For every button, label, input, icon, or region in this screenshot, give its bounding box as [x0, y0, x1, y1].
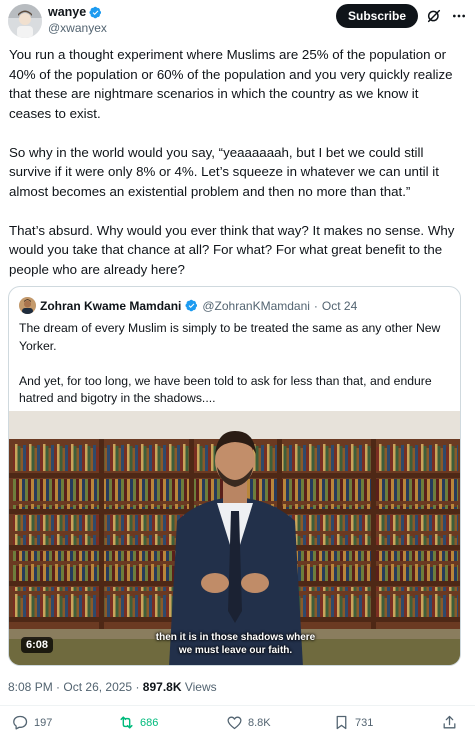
grok-icon[interactable]: [426, 8, 442, 24]
repost-icon: [120, 716, 133, 729]
like-count: 8.8K: [248, 716, 271, 729]
tweet-meta: 8:08 PM · Oct 26, 2025 · 897.8K Views: [8, 680, 217, 694]
reply-icon: [13, 715, 28, 730]
video-caption-line: then it is in those shadows where: [155, 632, 316, 643]
reply-count: 197: [34, 716, 53, 729]
repost-button[interactable]: 686: [118, 714, 158, 731]
tweet-paragraph: So why in the world would you say, “yeaa…: [9, 144, 439, 199]
quoted-author-handle[interactable]: @ZohranKMamdani: [202, 299, 310, 313]
verified-badge-icon: [89, 6, 102, 18]
quoted-tweet-text: The dream of every Muslim is simply to b…: [19, 320, 451, 408]
verified-badge-icon: [185, 299, 198, 312]
share-icon: [443, 715, 456, 729]
author-avatar[interactable]: [8, 4, 42, 38]
author-name-row: wanye: [48, 5, 102, 19]
heart-icon: [227, 716, 242, 730]
more-icon[interactable]: [450, 8, 468, 24]
tweet-time[interactable]: 8:08 PM: [8, 680, 53, 694]
separator-dot: ·: [135, 680, 140, 694]
tweet-text: You run a thought experiment where Musli…: [9, 45, 464, 279]
quoted-tweet-header: Zohran Kwame Mamdani @ZohranKMamdani · O…: [19, 297, 357, 314]
divider: [0, 705, 475, 706]
quoted-tweet[interactable]: Zohran Kwame Mamdani @ZohranKMamdani · O…: [8, 286, 461, 666]
quoted-tweet-date[interactable]: Oct 24: [322, 299, 357, 313]
video-thumbnail: [9, 411, 460, 665]
bookmark-button[interactable]: 731: [333, 714, 373, 731]
action-bar: 197 686 8.8K 731: [0, 714, 475, 740]
tweet-date[interactable]: Oct 26, 2025: [63, 680, 132, 694]
quoted-tweet-paragraph: And yet, for too long, we have been told…: [19, 373, 432, 406]
subscribe-button[interactable]: Subscribe: [336, 4, 418, 28]
tweet-header: wanye @xwanyex Subscribe: [8, 4, 467, 40]
bookmark-count: 731: [355, 716, 374, 729]
views-count: 897.8K: [142, 680, 182, 694]
quoted-tweet-paragraph: The dream of every Muslim is simply to b…: [19, 321, 441, 353]
author-handle[interactable]: @xwanyex: [48, 21, 107, 35]
quoted-author-name[interactable]: Zohran Kwame Mamdani: [40, 299, 181, 313]
like-button[interactable]: 8.8K: [226, 714, 271, 731]
views-label: Views: [184, 680, 217, 694]
video-player[interactable]: 6:08 then it is in those shadows where w…: [9, 411, 460, 665]
share-button[interactable]: [441, 714, 458, 731]
separator-dot: ·: [313, 298, 318, 313]
reply-button[interactable]: 197: [12, 714, 52, 731]
author-display-name[interactable]: wanye: [48, 5, 86, 19]
quoted-author-avatar[interactable]: [19, 297, 36, 314]
video-caption-line: we must leave our faith.: [178, 645, 293, 656]
tweet-paragraph: You run a thought experiment where Musli…: [9, 47, 453, 121]
bookmark-icon: [336, 715, 347, 730]
tweet-paragraph: That’s absurd. Why would you ever think …: [9, 222, 455, 277]
separator-dot: ·: [56, 680, 61, 694]
repost-count: 686: [140, 716, 159, 729]
